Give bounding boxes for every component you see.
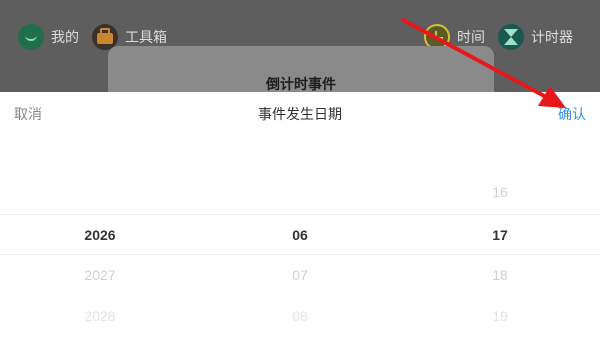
day-option[interactable]: 16 <box>400 172 600 212</box>
hourglass-icon <box>498 24 524 50</box>
dialog-title: 倒计时事件 <box>266 76 336 92</box>
nav-label-time: 时间 <box>457 29 485 45</box>
year-option[interactable]: 2028 <box>0 296 200 336</box>
year-selected[interactable]: 2026 <box>0 215 200 255</box>
month-option[interactable]: 08 <box>200 296 400 336</box>
nav-item-mine[interactable]: 我的 <box>18 22 79 52</box>
date-wheel-picker[interactable]: 2026 2027 2028 06 07 08 16 17 18 19 <box>0 132 600 338</box>
month-selected[interactable]: 06 <box>200 215 400 255</box>
day-column[interactable]: 16 17 18 19 <box>400 132 600 338</box>
day-option[interactable]: 18 <box>400 255 600 295</box>
nav-label-mine: 我的 <box>51 29 79 45</box>
day-option[interactable]: 19 <box>400 296 600 336</box>
sheet-title: 事件发生日期 <box>258 106 342 122</box>
confirm-button[interactable]: 确认 <box>558 104 586 124</box>
nav-label-toolbox: 工具箱 <box>125 29 167 45</box>
top-nav-bar: 我的 工具箱 时间 计时器 倒计时事件 <box>0 0 600 106</box>
nav-label-timer: 计时器 <box>531 29 573 45</box>
month-column[interactable]: 06 07 08 <box>200 132 400 338</box>
year-column[interactable]: 2026 2027 2028 <box>0 132 200 338</box>
sheet-header: 取消 事件发生日期 确认 <box>0 92 600 132</box>
smile-icon <box>18 24 44 50</box>
year-option[interactable]: 2027 <box>0 255 200 295</box>
date-picker-sheet: 取消 事件发生日期 确认 2026 2027 2028 06 07 08 16 … <box>0 92 600 338</box>
day-selected[interactable]: 17 <box>400 215 600 255</box>
nav-item-timer[interactable]: 计时器 <box>498 22 573 52</box>
month-option[interactable]: 07 <box>200 255 400 295</box>
